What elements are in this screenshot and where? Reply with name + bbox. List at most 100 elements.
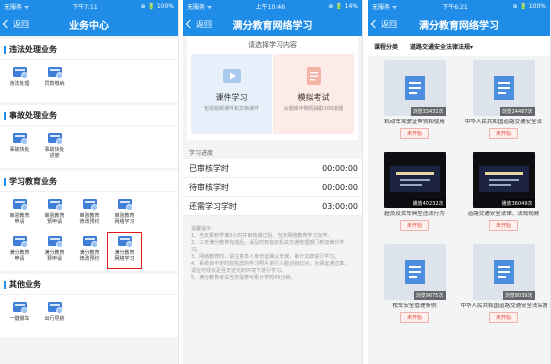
section-accent-bar	[4, 177, 6, 186]
business-item[interactable]: 审验教育 网络学习	[107, 195, 142, 232]
business-item[interactable]: 违法处理	[2, 63, 37, 100]
course-item[interactable]: 播放36049次 道路交通安全法律、法规视频 未开始	[460, 152, 547, 244]
course-item[interactable]: 浏览33432次 机动车驾驶证申领和使用 未开始	[371, 60, 458, 152]
section-title: 其他业务	[9, 280, 41, 289]
course-name: 中华人民共和国道路交通安全法实施条例	[460, 303, 547, 309]
progress-value: 03:00:00	[322, 201, 358, 211]
business-item-label: 满分教育 预申请	[44, 250, 65, 262]
back-label: 返回	[381, 19, 397, 29]
document-icon	[493, 76, 514, 100]
business-item-label: 违法处理	[9, 81, 30, 87]
document-icon	[404, 260, 425, 284]
section-header: 学习教育业务	[0, 171, 178, 192]
chevron-left-icon	[185, 19, 195, 29]
course-name: 中华人民共和国道路交通安全法	[464, 119, 542, 125]
course-name: 校车安全管理条例	[392, 303, 437, 309]
section-title: 事故处理业务	[9, 111, 57, 120]
course-item[interactable]: 浏览24487次中华人民共和国道路交通安全法未开始	[460, 60, 547, 152]
business-item-label: 罚款缴纳	[44, 81, 65, 87]
violation-icon	[12, 65, 28, 79]
back-button[interactable]: 返回	[370, 12, 397, 36]
progress-label: 还需学习学时	[189, 201, 237, 211]
course-thumbnail: 浏览9675次	[383, 244, 446, 300]
course-category-filter: 课程分类 道路交通安全法律法规▾	[368, 36, 550, 56]
course-status-badge: 未开始	[399, 220, 429, 231]
study-modify-icon	[82, 197, 98, 211]
course-thumbnail: 播放36049次	[472, 152, 535, 208]
business-item[interactable]: 满分教育 预申请	[37, 232, 72, 269]
tip-line: 4、系统会不定时抓拍您的学习照片进行人脸识别比对，为保证通过率，请在光线充足且无…	[191, 261, 350, 274]
status-carrier: 无服务 ᯤ	[372, 3, 398, 11]
business-item[interactable]: 审验教育 修改预约	[72, 195, 107, 232]
courseware-study-desc: 包括视频课件和文档课件	[203, 106, 259, 112]
business-item[interactable]: 出行导航	[37, 298, 72, 335]
status-battery: ⊕ 🔋 100%	[140, 2, 174, 10]
accident-progress-icon	[47, 131, 63, 145]
progress-title: 学习进度	[189, 150, 214, 157]
category-dropdown[interactable]: 道路交通安全法律法规▾	[410, 42, 473, 51]
course-item[interactable]: 浏览9675次校车安全管理条例未开始	[371, 244, 458, 336]
mock-exam-card[interactable]: 模拟考试 从题库中随机抽取100道题	[273, 54, 354, 134]
business-section: 事故处理业务事故快处 事故快处 进度	[0, 105, 178, 168]
full-online-icon	[117, 234, 133, 248]
study-online-icon	[117, 197, 133, 211]
business-item-label: 出行导航	[44, 316, 65, 322]
play-video-icon	[222, 66, 242, 86]
study-content-chooser: 请选择学习内容 课件学习 包括视频课件和文档课件 模拟考试 从题库中随机抽取10…	[187, 36, 358, 140]
business-item[interactable]: 罚款缴纳	[37, 63, 72, 100]
nav-bar: 返回 满分教育网络学习	[183, 12, 362, 36]
view-count: 浏览24487次	[499, 107, 535, 116]
course-item[interactable]: 浏览8039次中华人民共和国道路交通安全法实施条例未开始	[460, 244, 547, 336]
full-modify-icon	[82, 234, 98, 248]
business-item[interactable]: 事故快处 进度	[37, 129, 72, 166]
business-item-label: 审验教育 网络学习	[114, 213, 135, 225]
business-section: 其他业务一键挪车 出行导航	[0, 274, 178, 337]
business-item-label: 审验教育 申请	[9, 213, 30, 225]
choose-title: 请选择学习内容	[248, 41, 297, 49]
course-status-badge: 未开始	[488, 128, 518, 139]
back-label: 返回	[13, 19, 29, 29]
course-thumbnail: 浏览33432次	[383, 60, 446, 116]
business-section: 违法处理业务违法处理 罚款缴纳	[0, 39, 178, 102]
business-sections: 违法处理业务 违法处理 罚款缴纳 事故处理业务 事故快处 事故快处 进度 学习教育业务 审验教…	[0, 39, 178, 337]
section-accent-bar	[4, 280, 6, 289]
full-apply-icon	[12, 234, 28, 248]
section-header: 违法处理业务	[0, 39, 178, 60]
view-count: 浏览8039次	[502, 291, 535, 300]
course-status-badge: 未开始	[399, 312, 429, 323]
status-battery: ⊕ 🔋 100%	[512, 2, 546, 10]
tip-line: 3、网络教育时，请注意本人身份证确认无误，审计文辞进行学习。	[191, 254, 340, 260]
section-title: 学习教育业务	[9, 177, 57, 186]
document-icon	[493, 260, 514, 284]
section-grid: 违法处理 罚款缴纳	[0, 60, 178, 102]
progress-list: 已审核学时 00:00:00 待审核学时 00:00:00 还需学习学时 03:00:00	[183, 159, 362, 216]
course-thumbnail: 浏览24487次	[472, 60, 535, 116]
section-header: 其他业务	[0, 274, 178, 295]
document-icon	[404, 76, 425, 100]
exam-document-icon	[304, 66, 324, 86]
progress-label: 待审核学时	[189, 182, 229, 192]
back-button[interactable]: 返回	[185, 12, 212, 36]
section-grid: 审验教育 申请 审验教育 预申请 审验教育 修改预约 审验教育 网络学习满分教育 申请…	[0, 192, 178, 271]
progress-value: 00:00:00	[322, 163, 358, 173]
course-item[interactable]: 播放40232次 超员及货车典型违法行为 未开始	[371, 152, 458, 244]
business-item-label: 审验教育 修改预约	[79, 213, 100, 225]
business-item[interactable]: 满分教育 修改预约	[72, 232, 107, 269]
course-grid: 浏览33432次 机动车驾驶证申领和使用 未开始 浏览24487次 中华人民共和国道路交…	[368, 56, 550, 336]
business-item[interactable]: 事故快处	[2, 129, 37, 166]
business-item[interactable]: 满分教育 申请	[2, 232, 37, 269]
full-score-study-screen: 无服务 ᯤ 上午10:46 ⊕ 🔋 14% 返回 满分教育网络学习 请选择学习内…	[183, 0, 363, 364]
nav-bar: 返回 业务中心	[0, 12, 178, 36]
courseware-study-label: 课件学习	[215, 93, 248, 102]
business-item[interactable]: 满分教育 网络学习	[107, 232, 142, 269]
video-frame-icon	[478, 166, 529, 192]
business-item[interactable]: 一键挪车	[2, 298, 37, 335]
tips-title: 温馨提示：	[191, 226, 217, 232]
mock-exam-desc: 从题库中随机抽取100道题	[283, 106, 344, 112]
course-name: 机动车驾驶证申领和使用	[384, 119, 445, 125]
back-button[interactable]: 返回	[2, 12, 29, 36]
business-item[interactable]: 审验教育 申请	[2, 195, 37, 232]
navigation-icon	[47, 300, 63, 314]
courseware-study-card[interactable]: 课件学习 包括视频课件和文档课件	[191, 54, 272, 134]
business-item[interactable]: 审验教育 预申请	[37, 195, 72, 232]
